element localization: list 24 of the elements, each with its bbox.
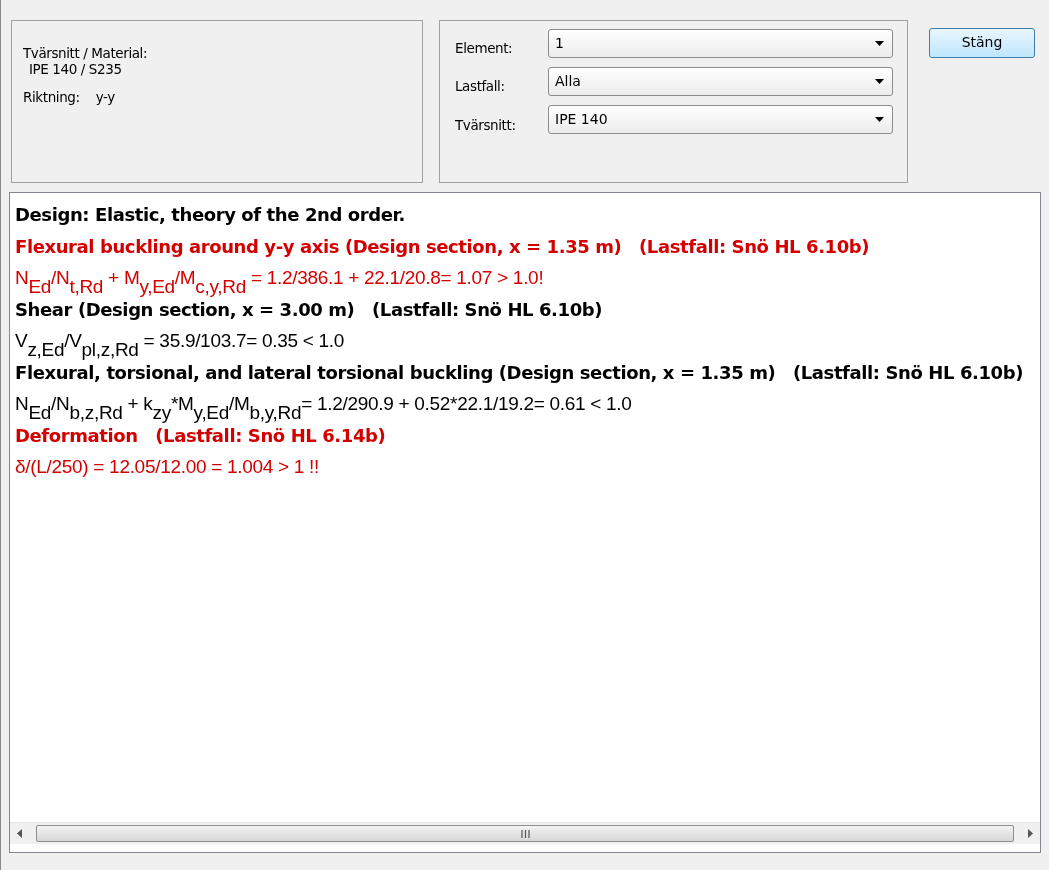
field-label: Lastfall: xyxy=(455,77,506,97)
right-arrow-icon xyxy=(1027,829,1033,838)
caret-icon xyxy=(875,78,884,84)
report-heading: Flexural, torsional, and lateral torsional buckling (Design section, x = 1.35 m) (Lastfall: Snö HL 6.10b) xyxy=(15,360,1023,385)
report-heading: Flexural buckling around y-y axis (Design section, x = 1.35 m) (Lastfall: Snö HL 6.10b) xyxy=(15,234,870,259)
dropdown[interactable]: Alla xyxy=(548,66,893,96)
dropdown[interactable]: 1 xyxy=(548,28,893,58)
grip-icon xyxy=(520,829,530,838)
field-label: Tvärsnitt: xyxy=(455,115,517,135)
direction-label: Riktning: xyxy=(23,89,80,106)
section-label: Tvärsnitt / Material: xyxy=(23,45,149,62)
report-heading: Design: Elastic, theory of the 2nd order. xyxy=(15,203,405,227)
caret-icon xyxy=(875,40,884,46)
dropdown[interactable]: IPE 140 xyxy=(548,105,893,135)
report-heading: Shear (Design section, x = 3.00 m) (Lastfall: Snö HL 6.10b) xyxy=(15,297,603,322)
caret-icon xyxy=(875,117,884,123)
close-button[interactable]: Stäng xyxy=(929,28,1035,58)
report-heading: Deformation (Lastfall: Snö HL 6.14b) xyxy=(15,423,386,448)
section-value: IPE 140 / S235 xyxy=(28,61,123,78)
scrollbar-thumb[interactable] xyxy=(36,825,1014,842)
report-formula: δ/(L/250) = 12.05/12.00 = 1.004 > 1 !! xyxy=(15,455,319,479)
direction-value: y-y xyxy=(95,89,115,106)
field-label: Element: xyxy=(455,39,514,58)
left-arrow-icon xyxy=(17,829,23,838)
